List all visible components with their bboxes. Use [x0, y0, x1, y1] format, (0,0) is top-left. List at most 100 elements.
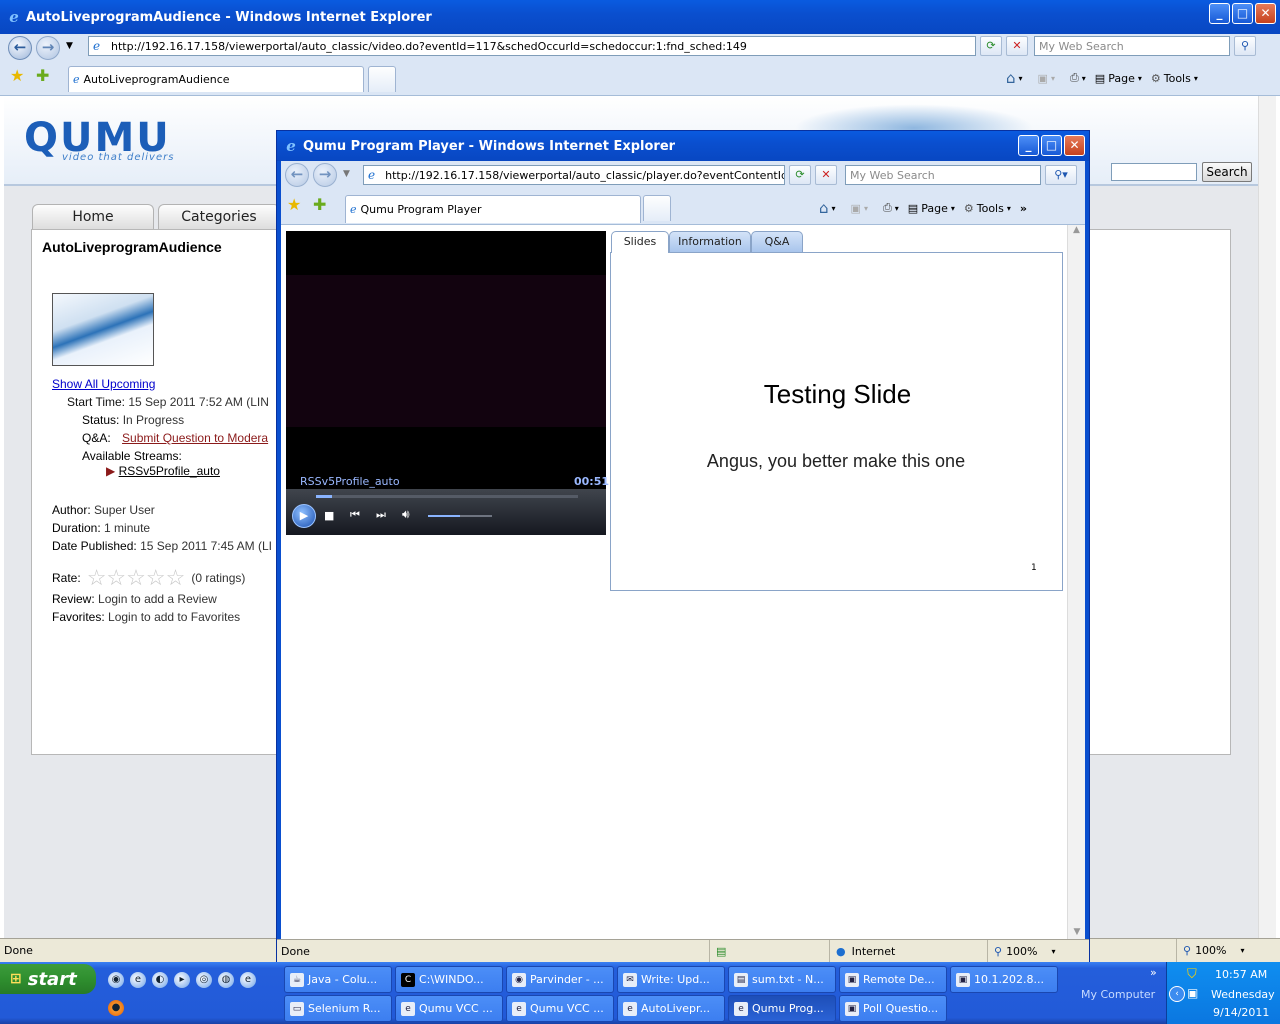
portal-search-button[interactable]: Search	[1202, 162, 1252, 182]
taskbar-item-active[interactable]: e Qumu Prog...	[728, 995, 836, 1022]
play-button[interactable]: ▶	[292, 504, 316, 528]
tab-home[interactable]: Home	[32, 204, 154, 230]
player-page-menu[interactable]: Page	[921, 202, 948, 215]
player-new-tab-button[interactable]	[643, 195, 671, 221]
player-search-input[interactable]: My Web Search	[845, 165, 1041, 185]
start-button[interactable]: ⊞ start	[0, 964, 96, 994]
main-zoom-control[interactable]: ⚲ 100% ▾	[1176, 939, 1280, 962]
rating-stars[interactable]: ☆ ☆ ☆ ☆ ☆	[87, 567, 186, 589]
volume-slider[interactable]	[428, 515, 492, 517]
player-address-bar[interactable]: e http://192.16.17.158/viewerportal/auto…	[363, 165, 785, 185]
portal-search-input[interactable]	[1111, 163, 1197, 181]
scroll-up-icon[interactable]: ▲	[1068, 225, 1085, 235]
quicklaunch-ie-icon[interactable]: e	[130, 972, 146, 988]
add-favorites-icon[interactable]: ✚	[36, 66, 49, 85]
taskbar-item[interactable]: ☕ Java - Colu...	[284, 966, 392, 993]
review-login-link[interactable]: Login to add a Review	[98, 592, 217, 606]
player-favorites-star-icon[interactable]: ★	[287, 195, 301, 214]
volume-icon[interactable]: 🔊︎	[402, 507, 410, 522]
player-tools-menu[interactable]: Tools	[977, 202, 1004, 215]
quicklaunch-icon-4[interactable]: ▸	[174, 972, 190, 988]
player-add-favorites-icon[interactable]: ✚	[313, 195, 326, 214]
close-button[interactable]: ✕	[1255, 3, 1276, 24]
quicklaunch-icon-1[interactable]: ◉	[108, 972, 124, 988]
quicklaunch-ie2-icon[interactable]: e	[240, 972, 256, 988]
player-zoom-control[interactable]: ⚲ 100% ▾	[987, 940, 1087, 963]
favorites-star-icon[interactable]: ★	[10, 66, 24, 85]
feeds-icon[interactable]: ▣	[851, 202, 861, 215]
stream-link[interactable]: RSSv5Profile_auto	[119, 464, 220, 478]
tools-menu[interactable]: Tools	[1164, 72, 1191, 85]
player-history-dropdown-icon[interactable]: ▼	[343, 169, 350, 179]
player-stop-button[interactable]: ✕	[815, 165, 837, 185]
taskbar-item[interactable]: C C:\WINDO...	[395, 966, 503, 993]
player-minimize-button[interactable]: _	[1018, 135, 1039, 156]
tab-categories[interactable]: Categories	[158, 204, 280, 230]
rating-star-icon[interactable]: ☆	[106, 567, 126, 589]
back-button[interactable]: ←	[8, 36, 32, 60]
quicklaunch-icon-6[interactable]: ◍	[218, 972, 234, 988]
tab-qumu-program-player[interactable]: e Qumu Program Player	[345, 195, 641, 223]
show-all-upcoming-link[interactable]: Show All Upcoming	[52, 375, 155, 393]
taskbar-item[interactable]: ▤ sum.txt - N...	[728, 966, 836, 993]
print-icon[interactable]: ⎙	[883, 201, 892, 215]
player-search-go-button[interactable]: ⚲▾	[1045, 165, 1077, 185]
tab-autoliveprogramaudience[interactable]: e AutoLiveprogramAudience	[68, 66, 364, 92]
rating-star-icon[interactable]: ☆	[166, 567, 186, 589]
tab-information[interactable]: Information	[669, 231, 751, 252]
taskbar-item[interactable]: e Qumu VCC ...	[506, 995, 614, 1022]
forward-button[interactable]: →	[36, 36, 60, 60]
new-tab-button[interactable]	[368, 66, 396, 92]
quicklaunch-icon-3[interactable]: ◐	[152, 972, 168, 988]
maximize-button[interactable]: □	[1232, 3, 1253, 24]
page-menu[interactable]: Page	[1108, 72, 1135, 85]
network-icon[interactable]: ▣	[1187, 986, 1198, 1000]
previous-icon[interactable]: ⏮	[350, 508, 360, 522]
seek-bar[interactable]	[316, 495, 578, 498]
next-icon[interactable]: ⏭	[376, 508, 386, 522]
tray-collapse-icon[interactable]: ‹	[1169, 986, 1185, 1002]
submit-question-link[interactable]: Submit Question to Modera	[122, 431, 268, 445]
taskbar-item[interactable]: e Qumu VCC ...	[395, 995, 503, 1022]
quicklaunch-chrome-icon[interactable]: ◎	[196, 972, 212, 988]
tab-qa[interactable]: Q&A	[751, 231, 803, 252]
player-scrollbar[interactable]: ▲ ▼	[1067, 225, 1085, 939]
favorites-login-link[interactable]: Login to add to Favorites	[108, 610, 240, 624]
search-go-button[interactable]: ⚲	[1234, 36, 1256, 56]
chevron-more-icon[interactable]: »	[1020, 202, 1027, 215]
scroll-down-icon[interactable]: ▼	[1068, 927, 1086, 937]
print-icon[interactable]: ⎙	[1070, 71, 1079, 85]
feeds-icon[interactable]: ▣	[1038, 72, 1048, 85]
quicklaunch-firefox-icon[interactable]: ●	[108, 1000, 124, 1016]
stop-icon[interactable]: ■	[324, 509, 334, 522]
taskbar-item[interactable]: e AutoLivepr...	[617, 995, 725, 1022]
history-dropdown-icon[interactable]: ▼	[66, 41, 73, 51]
main-scrollbar[interactable]	[1258, 96, 1276, 938]
security-shield-icon[interactable]: ⛉	[1187, 967, 1197, 982]
program-thumbnail[interactable]	[52, 293, 154, 366]
player-maximize-button[interactable]: □	[1041, 135, 1062, 156]
player-refresh-button[interactable]: ⟳	[789, 165, 811, 185]
player-close-button[interactable]: ✕	[1064, 135, 1085, 156]
tab-slides[interactable]: Slides	[611, 231, 669, 253]
my-computer-label[interactable]: My Computer	[1081, 988, 1155, 1001]
minimize-button[interactable]: _	[1209, 3, 1230, 24]
player-forward-button[interactable]: →	[313, 163, 337, 187]
search-input[interactable]: My Web Search	[1034, 36, 1230, 56]
taskbar-item[interactable]: ▣ Remote De...	[839, 966, 947, 993]
refresh-button[interactable]: ⟳	[980, 36, 1002, 56]
player-back-button[interactable]: ←	[285, 163, 309, 187]
home-icon[interactable]: ⌂	[819, 199, 829, 217]
clock-time[interactable]: 10:57 AM	[1215, 968, 1267, 981]
rating-star-icon[interactable]: ☆	[87, 567, 107, 589]
home-icon[interactable]: ⌂	[1006, 69, 1016, 87]
taskbar-item[interactable]: ▣ Poll Questio...	[839, 995, 947, 1022]
address-bar[interactable]: e http://192.16.17.158/viewerportal/auto…	[88, 36, 976, 56]
taskbar-item[interactable]: ▣ 10.1.202.8...	[950, 966, 1058, 993]
rating-star-icon[interactable]: ☆	[126, 567, 146, 589]
taskbar-item[interactable]: ◉ Parvinder - ...	[506, 966, 614, 993]
rating-star-icon[interactable]: ☆	[146, 567, 166, 589]
taskbar-expand-icon[interactable]: »	[1150, 966, 1157, 979]
taskbar-item[interactable]: ▭ Selenium R...	[284, 995, 392, 1022]
taskbar-item[interactable]: ✉ Write: Upd...	[617, 966, 725, 993]
